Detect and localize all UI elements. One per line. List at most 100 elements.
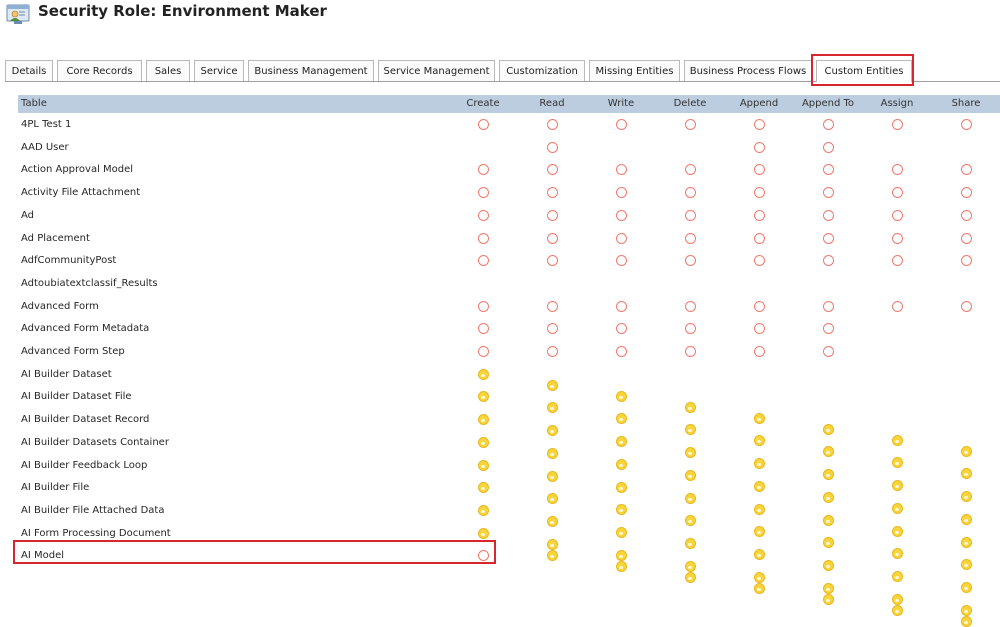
tab-sales[interactable]: Sales [146, 60, 190, 81]
user-privilege-icon-append-to[interactable] [822, 255, 834, 266]
user-privilege-icon-write[interactable] [615, 301, 627, 312]
user-privilege-icon-assign[interactable] [891, 119, 903, 130]
org-privilege-icon-create[interactable] [477, 437, 489, 448]
user-privilege-icon-append[interactable] [753, 210, 765, 221]
user-privilege-icon-delete[interactable] [684, 164, 696, 175]
tab-missing-entities[interactable]: Missing Entities [589, 60, 680, 81]
user-privilege-icon-delete[interactable] [684, 210, 696, 221]
user-privilege-icon-delete[interactable] [684, 301, 696, 312]
org-privilege-icon-create[interactable] [477, 460, 489, 471]
org-privilege-icon-append-to[interactable] [822, 594, 834, 605]
user-privilege-icon-write[interactable] [615, 210, 627, 221]
user-privilege-icon-share[interactable] [960, 119, 972, 130]
user-privilege-icon-read[interactable] [546, 119, 558, 130]
org-privilege-icon-create[interactable] [477, 369, 489, 380]
org-privilege-icon-assign[interactable] [891, 594, 903, 605]
user-privilege-icon-append[interactable] [753, 119, 765, 130]
user-privilege-icon-read[interactable] [546, 164, 558, 175]
org-privilege-icon-append[interactable] [753, 583, 765, 594]
user-privilege-icon-share[interactable] [960, 164, 972, 175]
user-privilege-icon-delete[interactable] [684, 119, 696, 130]
user-privilege-icon-create[interactable] [477, 233, 489, 244]
tab-service-management[interactable]: Service Management [378, 60, 495, 81]
user-privilege-icon-read[interactable] [546, 142, 558, 153]
user-privilege-icon-create[interactable] [477, 323, 489, 334]
user-privilege-icon-append-to[interactable] [822, 233, 834, 244]
user-privilege-icon-read[interactable] [546, 346, 558, 357]
user-privilege-icon-append-to[interactable] [822, 119, 834, 130]
org-privilege-icon-share[interactable] [960, 605, 972, 616]
user-privilege-icon-write[interactable] [615, 233, 627, 244]
user-privilege-icon-assign[interactable] [891, 164, 903, 175]
org-privilege-icon-append[interactable] [753, 572, 765, 583]
user-privilege-icon-share[interactable] [960, 187, 972, 198]
user-privilege-icon-create[interactable] [477, 346, 489, 357]
org-privilege-icon-share[interactable] [960, 616, 972, 627]
user-privilege-icon-append-to[interactable] [822, 301, 834, 312]
user-privilege-icon-delete[interactable] [684, 346, 696, 357]
user-privilege-icon-read[interactable] [546, 187, 558, 198]
user-privilege-icon-assign[interactable] [891, 301, 903, 312]
user-privilege-icon-create[interactable] [477, 255, 489, 266]
user-privilege-icon-delete[interactable] [684, 323, 696, 334]
tab-core-records[interactable]: Core Records [57, 60, 142, 81]
tab-business-management[interactable]: Business Management [248, 60, 374, 81]
user-privilege-icon-read[interactable] [546, 255, 558, 266]
user-privilege-icon-share[interactable] [960, 233, 972, 244]
user-privilege-icon-append[interactable] [753, 301, 765, 312]
user-privilege-icon-append-to[interactable] [822, 210, 834, 221]
user-privilege-icon-write[interactable] [615, 187, 627, 198]
org-privilege-icon-delete[interactable] [684, 572, 696, 583]
user-privilege-icon-share[interactable] [960, 301, 972, 312]
user-privilege-icon-assign[interactable] [891, 210, 903, 221]
user-privilege-icon-append[interactable] [753, 233, 765, 244]
user-privilege-icon-append[interactable] [753, 346, 765, 357]
user-privilege-icon-append-to[interactable] [822, 164, 834, 175]
user-privilege-icon-read[interactable] [546, 301, 558, 312]
user-privilege-icon-write[interactable] [615, 164, 627, 175]
user-privilege-icon-write[interactable] [615, 323, 627, 334]
user-privilege-icon-assign[interactable] [891, 255, 903, 266]
user-privilege-icon-append[interactable] [753, 323, 765, 334]
user-privilege-icon-append-to[interactable] [822, 323, 834, 334]
tab-service[interactable]: Service [194, 60, 244, 81]
user-privilege-icon-create[interactable] [477, 210, 489, 221]
user-privilege-icon-delete[interactable] [684, 255, 696, 266]
user-privilege-icon-read[interactable] [546, 233, 558, 244]
user-privilege-icon-append-to[interactable] [822, 346, 834, 357]
user-privilege-icon-create[interactable] [477, 164, 489, 175]
user-privilege-icon-append[interactable] [753, 164, 765, 175]
org-privilege-icon-append-to[interactable] [822, 583, 834, 594]
org-privilege-icon-write[interactable] [615, 561, 627, 572]
tab-customization[interactable]: Customization [499, 60, 585, 81]
user-privilege-icon-assign[interactable] [891, 187, 903, 198]
user-privilege-icon-append[interactable] [753, 255, 765, 266]
user-privilege-icon-assign[interactable] [891, 233, 903, 244]
org-privilege-icon-assign[interactable] [891, 571, 903, 582]
org-privilege-icon-create[interactable] [477, 391, 489, 402]
user-privilege-icon-write[interactable] [615, 119, 627, 130]
org-privilege-icon-create[interactable] [477, 528, 489, 539]
org-privilege-icon-assign[interactable] [891, 605, 903, 616]
user-privilege-icon-read[interactable] [546, 323, 558, 334]
user-privilege-icon-delete[interactable] [684, 187, 696, 198]
user-privilege-icon-create[interactable] [477, 301, 489, 312]
user-privilege-icon-delete[interactable] [684, 233, 696, 244]
user-privilege-icon-create[interactable] [477, 187, 489, 198]
tab-details[interactable]: Details [5, 60, 53, 81]
user-privilege-icon-append[interactable] [753, 187, 765, 198]
user-privilege-icon-read[interactable] [546, 210, 558, 221]
user-privilege-icon-create[interactable] [477, 550, 489, 561]
org-privilege-icon-share[interactable] [960, 582, 972, 593]
user-privilege-icon-append-to[interactable] [822, 187, 834, 198]
user-privilege-icon-write[interactable] [615, 255, 627, 266]
user-privilege-icon-create[interactable] [477, 119, 489, 130]
org-privilege-icon-create[interactable] [477, 482, 489, 493]
tab-business-process-flows[interactable]: Business Process Flows [684, 60, 812, 81]
tab-custom-entities[interactable]: Custom Entities [816, 60, 912, 82]
user-privilege-icon-append[interactable] [753, 142, 765, 153]
user-privilege-icon-append-to[interactable] [822, 142, 834, 153]
user-privilege-icon-share[interactable] [960, 255, 972, 266]
org-privilege-icon-create[interactable] [477, 505, 489, 516]
user-privilege-icon-share[interactable] [960, 210, 972, 221]
